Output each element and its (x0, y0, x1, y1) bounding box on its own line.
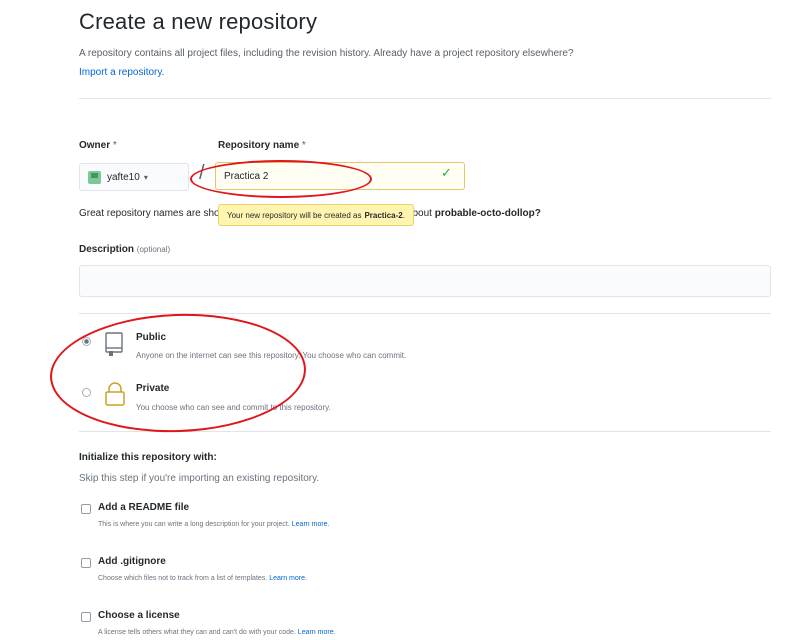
annotation-ellipse-repo-name (190, 160, 372, 198)
readme-title: Add a README file (98, 502, 190, 513)
description-label: Description (optional) (79, 244, 171, 255)
owner-label: Owner * (79, 140, 117, 151)
check-icon: ✓ (441, 165, 452, 180)
divider (79, 98, 771, 99)
gitignore-title: Add .gitignore (98, 556, 166, 567)
init-desc: Skip this step if you're importing an ex… (79, 473, 320, 484)
annotation-ellipse-visibility (48, 309, 308, 437)
import-repository-link[interactable]: Import a repository. (79, 67, 164, 78)
gitignore-learn-more-link[interactable]: Learn more. (269, 575, 307, 582)
page-subtitle: A repository contains all project files,… (79, 48, 574, 59)
suggested-name[interactable]: probable-octo-dollop? (435, 208, 541, 219)
license-checkbox[interactable] (81, 612, 91, 622)
init-title: Initialize this repository with: (79, 452, 217, 463)
license-title: Choose a license (98, 610, 180, 621)
chevron-down-icon: ▾ (143, 172, 148, 182)
avatar (88, 170, 101, 184)
license-learn-more-link[interactable]: Learn more. (298, 629, 336, 636)
gitignore-desc: Choose which files not to track from a l… (98, 575, 307, 582)
owner-name: yafte10 (107, 171, 140, 183)
page-title: Create a new repository (79, 9, 318, 34)
repo-name-label: Repository name * (218, 140, 306, 151)
readme-desc: This is where you can write a long descr… (98, 521, 330, 528)
license-desc: A license tells others what they can and… (98, 629, 336, 636)
repo-name-tooltip: Your new repository will be created as Pr… (218, 204, 414, 226)
owner-select[interactable]: yafte10 ▾ (79, 163, 189, 191)
readme-learn-more-link[interactable]: Learn more. (292, 521, 330, 528)
readme-checkbox[interactable] (81, 504, 91, 514)
description-input[interactable] (79, 265, 771, 297)
gitignore-checkbox[interactable] (81, 558, 91, 568)
